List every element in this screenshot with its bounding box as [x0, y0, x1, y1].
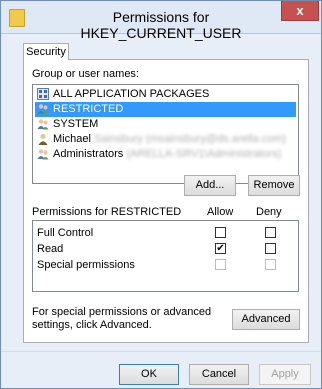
principal-name: SYSTEM	[53, 118, 99, 130]
footer-divider	[1, 351, 321, 352]
allow-header: Allow	[207, 206, 234, 218]
group-icon	[37, 149, 49, 160]
list-item-all-application-packages[interactable]: ALL APPLICATION PACKAGES	[35, 87, 296, 102]
principal-name: ALL APPLICATION PACKAGES	[53, 88, 210, 100]
principal-name: Michael	[53, 133, 91, 145]
title-bar: Permissions for HKEY_CURRENT_USER x	[1, 1, 321, 41]
close-button[interactable]: x	[281, 1, 319, 21]
permissions-dialog: Permissions for HKEY_CURRENT_USER x Secu…	[0, 0, 322, 389]
group-icon	[37, 119, 49, 130]
list-item-system[interactable]: SYSTEM	[35, 117, 296, 132]
principal-name: RESTRICTED	[53, 103, 124, 115]
principal-detail-redacted: (ARELLA-SRV1\Administrators)	[126, 148, 282, 160]
list-item-restricted[interactable]: RESTRICTED	[35, 102, 296, 117]
permission-name: Read	[37, 243, 64, 255]
full-control-allow-checkbox[interactable]	[215, 227, 226, 238]
app-packages-icon	[37, 88, 49, 100]
tab-security[interactable]: Security	[23, 43, 69, 60]
remove-button[interactable]: Remove	[248, 175, 300, 196]
group-icon	[37, 104, 49, 115]
folder-icon	[9, 9, 25, 27]
ok-button[interactable]: OK	[119, 364, 179, 385]
principal-name: Administrators	[53, 148, 124, 160]
permissions-header: Permissions for RESTRICTED	[32, 206, 182, 218]
principal-detail-redacted: Sainsbury (msainsbury@ds.arella.com)	[93, 133, 287, 145]
permission-row-read: Read	[33, 241, 298, 257]
add-button[interactable]: Add...	[184, 175, 236, 196]
cancel-button[interactable]: Cancel	[189, 364, 249, 385]
apply-button[interactable]: Apply	[259, 364, 311, 385]
full-control-deny-checkbox[interactable]	[265, 227, 276, 238]
permission-row-full-control: Full Control	[33, 225, 298, 241]
permission-row-special: Special permissions	[33, 257, 298, 273]
list-item-michael[interactable]: Michael Sainsbury (msainsbury@ds.arella.…	[35, 132, 296, 147]
special-deny-checkbox	[265, 259, 276, 270]
principals-list[interactable]: ALL APPLICATION PACKAGES RESTRICTED SYST…	[32, 84, 299, 184]
permission-name: Full Control	[37, 227, 94, 239]
permission-name: Special permissions	[37, 259, 135, 271]
window-title: Permissions for HKEY_CURRENT_USER	[80, 9, 242, 41]
advanced-button[interactable]: Advanced	[232, 309, 300, 330]
group-or-user-names-label: Group or user names:	[32, 68, 139, 80]
read-allow-checkbox[interactable]	[215, 243, 226, 254]
read-deny-checkbox[interactable]	[265, 243, 276, 254]
deny-header: Deny	[256, 206, 282, 218]
special-allow-checkbox	[215, 259, 226, 270]
list-item-administrators[interactable]: Administrators (ARELLA-SRV1\Administrato…	[35, 147, 296, 162]
user-icon	[38, 134, 48, 145]
advanced-hint: For special permissions or advanced sett…	[32, 306, 212, 331]
security-panel: Group or user names: ALL APPLICATION PAC…	[23, 59, 309, 343]
permissions-list: Full Control Read Special permissions	[32, 220, 299, 292]
